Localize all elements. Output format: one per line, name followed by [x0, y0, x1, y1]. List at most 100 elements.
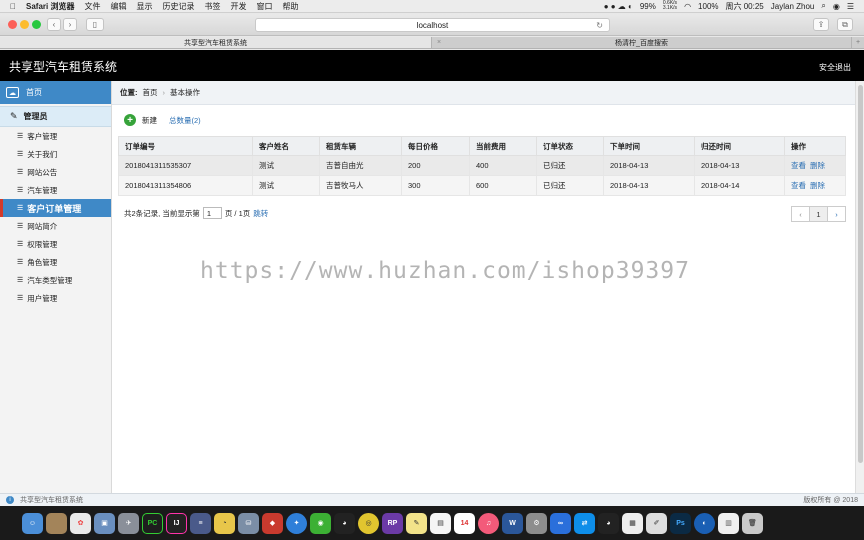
db-icon[interactable]: ⛁ [238, 512, 259, 534]
col-customer: 客户姓名 [252, 136, 320, 156]
photoshop-icon[interactable]: Ps [670, 512, 691, 534]
rp-icon[interactable]: RP [382, 512, 403, 534]
sidebar-item-orders[interactable]: ☰ 客户订单管理 [0, 199, 111, 217]
menu-bookmarks[interactable]: 书签 [204, 1, 220, 12]
battery-percent: 99% [639, 1, 656, 11]
breadcrumb-home[interactable]: 首页 [143, 87, 158, 98]
sidebar-item-users[interactable]: ☰ 用户管理 [0, 289, 111, 307]
cloud-icon: ☁ [6, 87, 19, 98]
doc-icon[interactable]: ▥ [718, 512, 739, 534]
tabs-overview-icon[interactable]: ⧉ [837, 18, 853, 31]
close-tab-icon[interactable]: × [437, 39, 441, 46]
sidebar-item-car-types[interactable]: ☰ 汽车类型管理 [0, 271, 111, 289]
menu-develop[interactable]: 开发 [230, 1, 246, 12]
breadcrumb: 位置: 首页 › 基本操作 [112, 81, 855, 105]
net-speed: 0.6K/s 3.1K/s [663, 1, 677, 11]
sidebar-item-customers[interactable]: ☰ 客户管理 [0, 127, 111, 145]
forward-button[interactable]: › [63, 18, 77, 31]
note-icon[interactable]: ✎ [406, 512, 427, 534]
back-button[interactable]: ‹ [47, 18, 61, 31]
menu-window[interactable]: 窗口 [256, 1, 272, 12]
scrollbar-thumb[interactable] [858, 85, 863, 463]
pages-icon[interactable]: ▦ [622, 512, 643, 534]
new-button[interactable]: 新建 [142, 115, 157, 126]
tab-baidu[interactable]: × 杨清柠_百度搜索 [432, 37, 852, 48]
scrollbar[interactable] [855, 81, 864, 493]
logout-link[interactable]: 安全退出 [819, 62, 851, 73]
notification-icon[interactable]: ☰ [847, 2, 854, 11]
page-number-input[interactable]: 1 [202, 207, 222, 219]
view-link[interactable]: 查看 [791, 181, 806, 190]
clock[interactable]: 周六 00:25 [726, 1, 764, 12]
vpn-icon[interactable]: ◐ [694, 512, 715, 534]
stickies-icon[interactable]: ▤ [430, 512, 451, 534]
address-bar[interactable]: localhost ↻ [255, 18, 610, 32]
app-menu[interactable]: Safari 浏览器 [26, 1, 74, 12]
menu-file[interactable]: 文件 [84, 1, 100, 12]
photos-icon[interactable]: ✿ [70, 512, 91, 534]
siri-icon[interactable]: ◉ [833, 2, 840, 11]
prev-page-button[interactable]: ‹ [791, 206, 810, 222]
prefs-icon[interactable]: ⚙ [526, 512, 547, 534]
trash-icon[interactable]: 🗑 [742, 512, 763, 534]
sidebar-item-cars[interactable]: ☰ 汽车管理 [0, 181, 111, 199]
app-header: 共享型汽车租赁系统 安全退出 [0, 50, 864, 81]
music-icon[interactable]: ♫ [478, 512, 499, 534]
view-link[interactable]: 查看 [791, 161, 806, 170]
sidebar-item-site-intro[interactable]: ☰ 网站简介 [0, 217, 111, 235]
finder-icon[interactable]: ☺ [22, 512, 43, 534]
app-title: 共享型汽车租赁系统 [9, 60, 118, 74]
safari-icon[interactable]: ✦ [286, 512, 307, 534]
next-page-button[interactable]: › [827, 206, 846, 222]
add-icon[interactable]: + [124, 114, 136, 126]
notes-icon[interactable] [46, 512, 67, 534]
sidebar-item-roles[interactable]: ☰ 角色管理 [0, 253, 111, 271]
list-icon: ☰ [17, 205, 24, 212]
sidebar-item-notices[interactable]: ☰ 网站公告 [0, 163, 111, 181]
pycharm-icon[interactable]: PC [142, 512, 163, 534]
teamviewer-icon[interactable]: ⇄ [574, 512, 595, 534]
sidebar-group-admin[interactable]: ✎ 管理员 [0, 106, 111, 127]
word-icon[interactable]: W [502, 512, 523, 534]
delete-link[interactable]: 删除 [810, 181, 825, 190]
new-tab-icon[interactable]: + [852, 37, 864, 48]
minimize-window-icon[interactable] [20, 20, 29, 29]
wechat-icon[interactable]: ◉ [310, 512, 331, 534]
status-icons: ● ● ☁ ◐ [603, 1, 633, 11]
calendar-icon[interactable]: 14 [454, 512, 475, 534]
menu-view[interactable]: 显示 [136, 1, 152, 12]
sidebar-item-about[interactable]: ☰ 关于我们 [0, 145, 111, 163]
qq-icon[interactable]: ◕ [334, 512, 355, 534]
dock: ☺ ✿ ▣ ✈ PC IJ ≡ ◔ ⛁ ◆ ✦ ◉ ◕ ◎ RP ✎ ▤ 14 … [0, 506, 864, 540]
sidebar-toggle-icon[interactable]: ▯ [86, 18, 104, 31]
total-count-link[interactable]: 总数量(2) [169, 115, 201, 126]
preview-icon[interactable]: ▣ [94, 512, 115, 534]
cyberduck-icon[interactable]: ◔ [214, 512, 235, 534]
menu-edit[interactable]: 编辑 [110, 1, 126, 12]
menu-history[interactable]: 历史记录 [162, 1, 194, 12]
menu-help[interactable]: 帮助 [282, 1, 298, 12]
spotlight-icon[interactable]: ⌕ [821, 1, 825, 11]
table-row: 2018041311354806 测试 吉普牧马人 300 600 已归还 20… [118, 175, 846, 196]
delete-link[interactable]: 删除 [810, 161, 825, 170]
fullscreen-window-icon[interactable] [32, 20, 41, 29]
launchpad-icon[interactable]: ✈ [118, 512, 139, 534]
redis-icon[interactable]: ◆ [262, 512, 283, 534]
sublime-icon[interactable]: ≡ [190, 512, 211, 534]
sidebar-item-permissions[interactable]: ☰ 权限管理 [0, 235, 111, 253]
apple-icon[interactable]:  [10, 2, 16, 11]
jump-link[interactable]: 跳转 [253, 208, 268, 219]
chrome-icon[interactable]: ◎ [358, 512, 379, 534]
baidu-icon[interactable]: ∞ [550, 512, 571, 534]
col-return-time: 归还时间 [694, 136, 785, 156]
sidebar-home[interactable]: ☁ 首页 [0, 81, 111, 104]
intellij-icon[interactable]: IJ [166, 512, 187, 534]
user-name[interactable]: Jaylan Zhou [771, 2, 815, 11]
typora-icon[interactable]: ✐ [646, 512, 667, 534]
qq2-icon[interactable]: ◕ [598, 512, 619, 534]
reload-icon[interactable]: ↻ [596, 21, 603, 30]
page-1-button[interactable]: 1 [809, 206, 828, 222]
close-window-icon[interactable] [8, 20, 17, 29]
share-icon[interactable]: ⇪ [813, 18, 829, 31]
tab-car-rental[interactable]: 共享型汽车租赁系统 [0, 37, 432, 48]
